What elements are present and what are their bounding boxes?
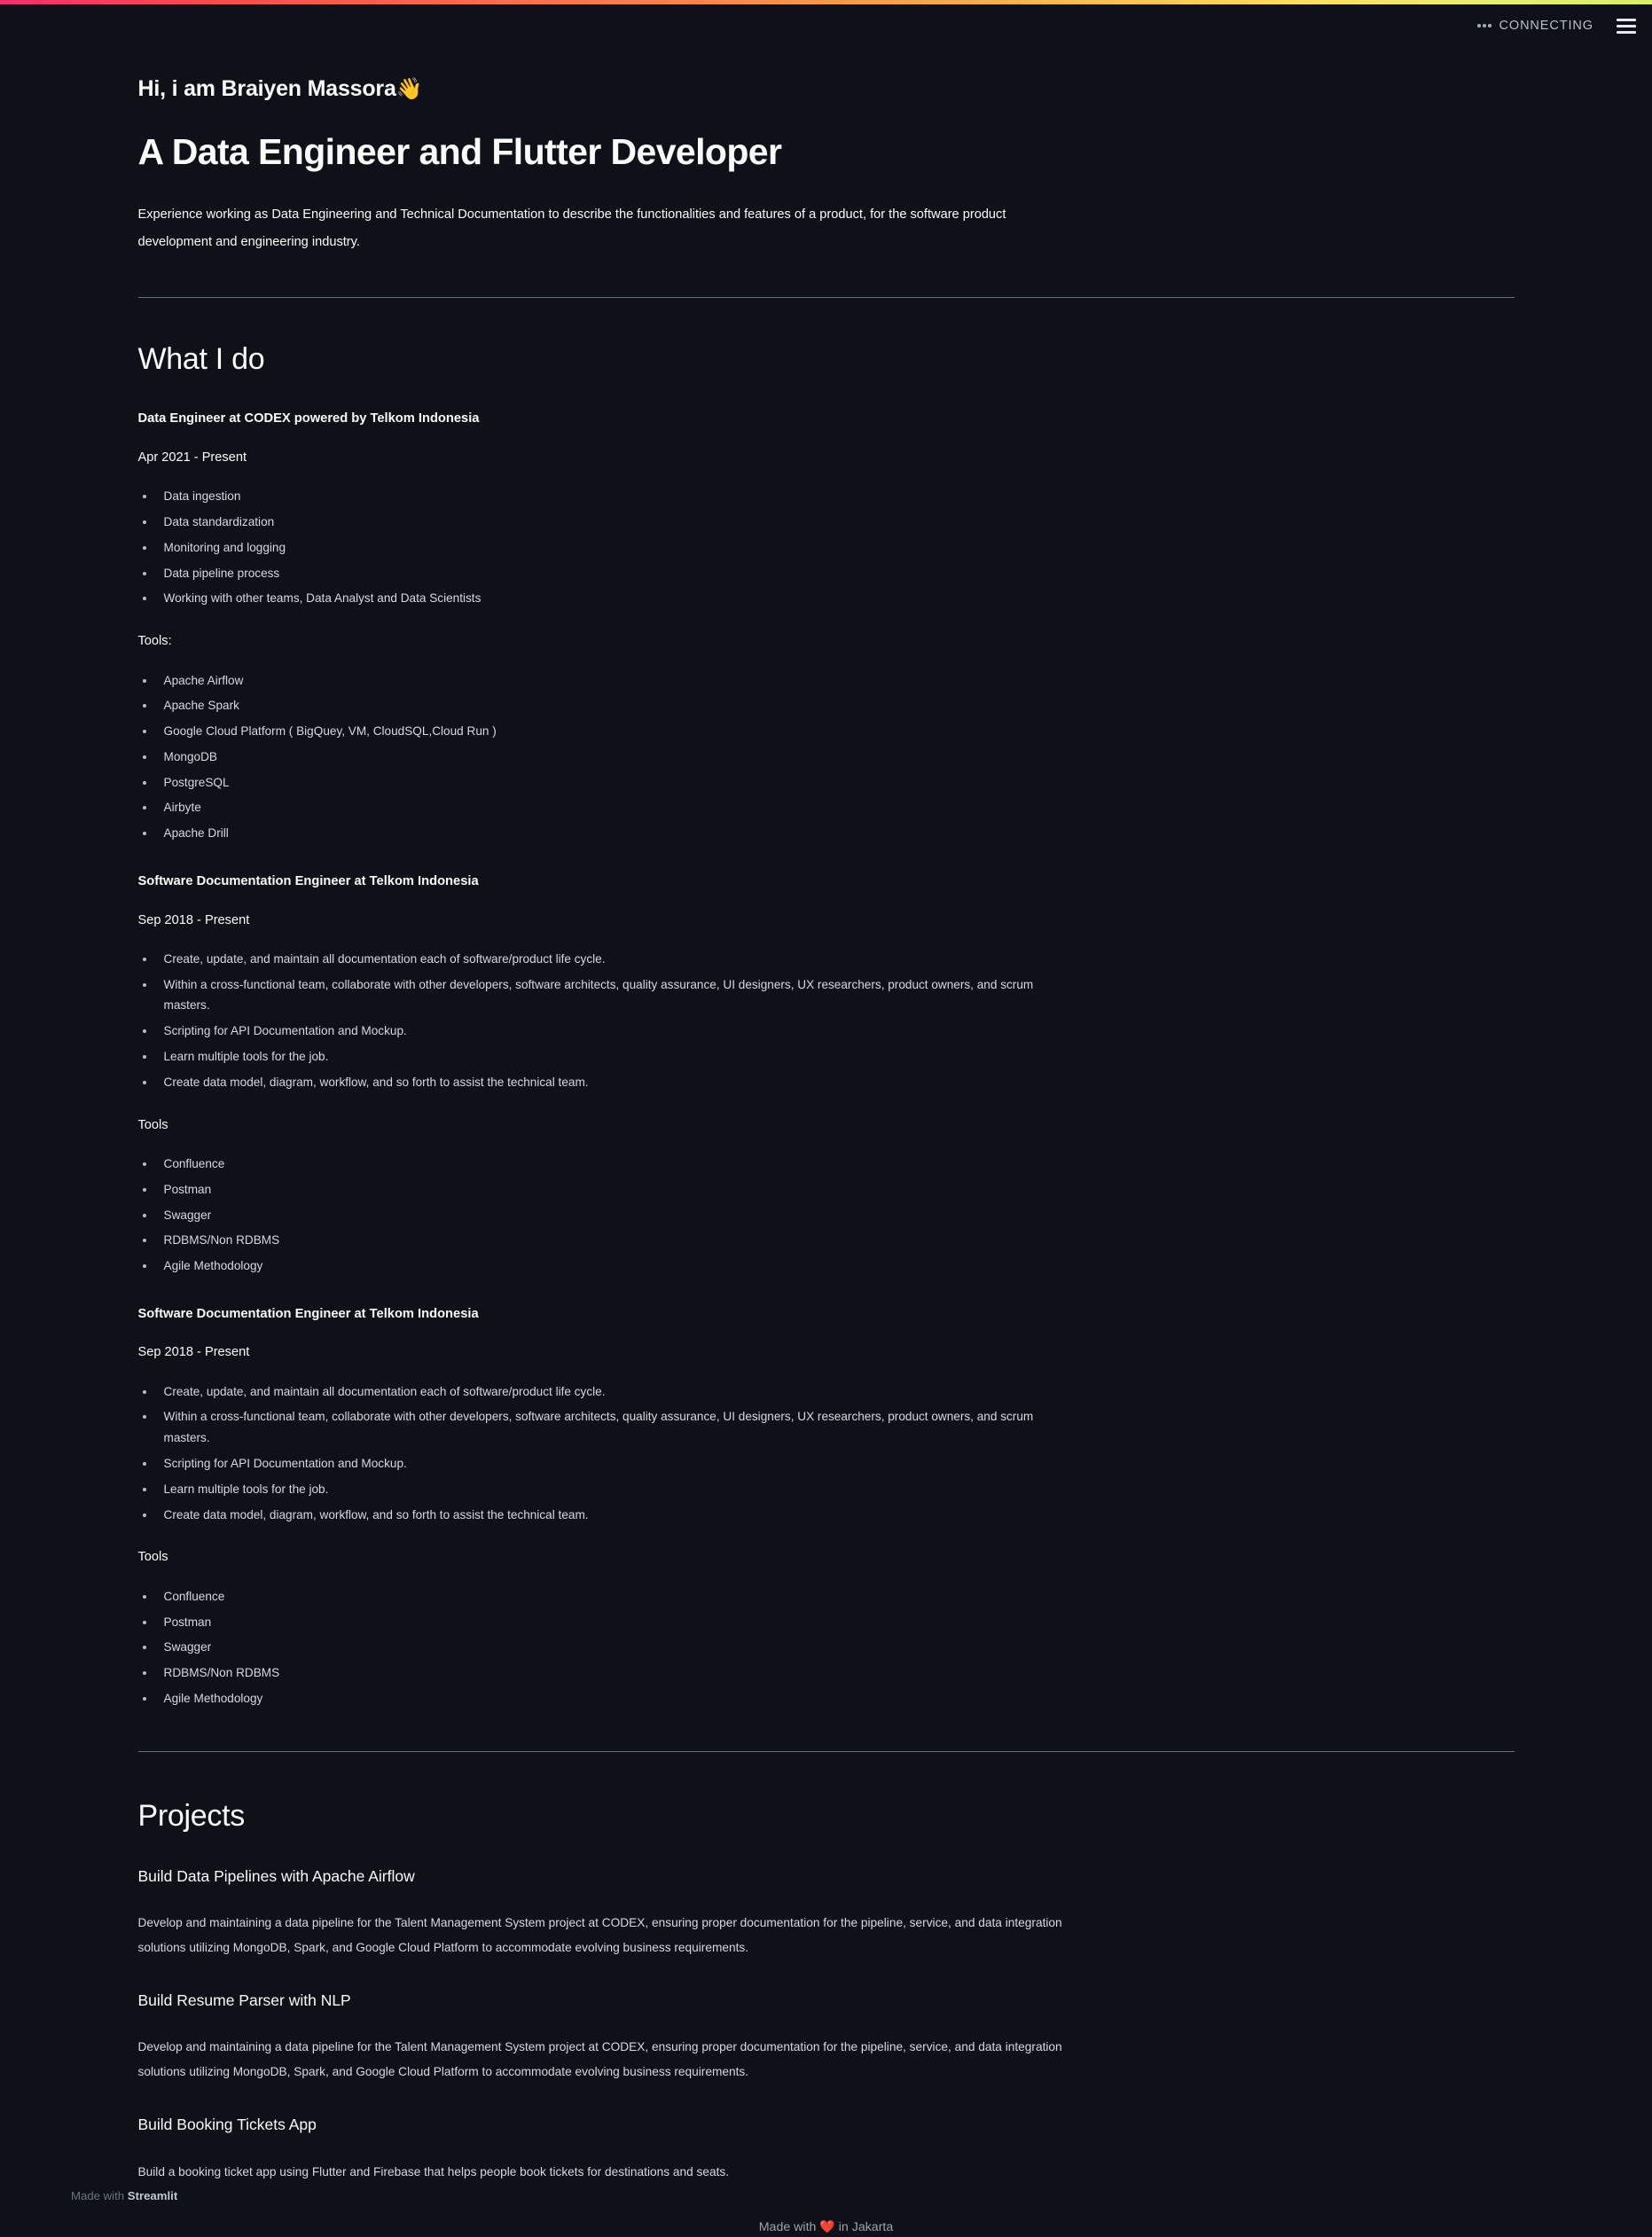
list-item: Learn multiple tools for the job.: [138, 1046, 1043, 1068]
project-description: Build a booking ticket app using Flutter…: [137, 2164, 730, 2178]
list-item: Scripting for API Documentation and Mock…: [138, 1453, 1043, 1474]
job-date: Sep 2018 - Present: [137, 1345, 250, 1360]
greeting-heading: Hi, i am Braiyen Massora👋: [138, 74, 1515, 105]
section-divider-bottom: [137, 1750, 1515, 1752]
tools-label: Tools: [137, 1550, 168, 1565]
list-item: Create, update, and maintain all documen…: [138, 1381, 1043, 1403]
list-item: Postman: [138, 1179, 1043, 1201]
job-date: Sep 2018 - Present: [137, 912, 250, 927]
job-responsibilities-list: Data ingestion Data standardization Monito…: [138, 486, 1515, 609]
app-header: CONNECTING: [0, 4, 1652, 47]
made-with-footer: Made with ❤️ in Jakarta: [67, 2184, 1585, 2237]
job-title: Software Documentation Engineer at Telko…: [137, 1306, 479, 1321]
list-item: Create data model, diagram, workflow, an…: [138, 1072, 1043, 1093]
job-title: Data Engineer at CODEX powered by Telkom…: [137, 411, 480, 426]
running-dots-icon: [1477, 24, 1491, 27]
list-item: Apache Drill: [138, 823, 1043, 844]
list-item: Within a cross-functional team, collabor…: [138, 1406, 1043, 1449]
list-item: Create, update, and maintain all documen…: [138, 949, 1043, 970]
status-label: CONNECTING: [1499, 19, 1593, 33]
list-item: Swagger: [138, 1205, 1043, 1226]
list-item: Confluence: [138, 1154, 1043, 1175]
section-divider-top: [137, 297, 1515, 299]
section-heading-projects: Projects: [137, 1798, 246, 1833]
project-description: Develop and maintaining a data pipeline …: [137, 1916, 1062, 1954]
list-item: Apache Spark: [138, 695, 1043, 716]
status-gradient-bar: [0, 0, 1652, 4]
list-item: Data standardization: [138, 512, 1043, 533]
list-item: Monitoring and logging: [138, 537, 1043, 559]
project-title: Build Resume Parser with NLP: [137, 1991, 351, 2010]
job-responsibilities-list: Create, update, and maintain all documen…: [138, 1381, 1515, 1526]
list-item: Confluence: [138, 1586, 1043, 1607]
page-body: Hi, i am Braiyen Massora👋 A Data Enginee…: [0, 0, 1652, 2237]
streamlit-attribution: Made with Streamlit: [71, 2188, 177, 2204]
list-item: Agile Methodology: [138, 1688, 1043, 1709]
section-heading-what-i-do: What I do: [137, 342, 265, 377]
intro-paragraph: Experience working as Data Engineering a…: [137, 207, 1006, 249]
projects-list: Build Data Pipelines with Apache Airflow…: [138, 1865, 1515, 2184]
list-item: Data ingestion: [138, 486, 1043, 507]
job-entry: Software Documentation Engineer at Telko…: [138, 872, 1515, 1304]
hamburger-menu-icon[interactable]: [1617, 18, 1636, 34]
list-item: Working with other teams, Data Analyst a…: [138, 588, 1043, 609]
job-title: Software Documentation Engineer at Telko…: [137, 874, 479, 889]
job-tools-list: Apache Airflow Apache Spark Google Cloud P…: [138, 670, 1515, 844]
page-title: A Data Engineer and Flutter Developer: [137, 130, 782, 172]
project-entry: Build Booking Tickets App Build a booking…: [138, 2114, 1515, 2184]
job-entry: Software Documentation Engineer at Telko…: [138, 1304, 1515, 1709]
list-item: MongoDB: [138, 747, 1043, 768]
project-title: Build Data Pipelines with Apache Airflow: [137, 1866, 415, 1885]
job-responsibilities-list: Create, update, and maintain all documen…: [138, 949, 1515, 1093]
connection-status: CONNECTING: [1477, 19, 1593, 33]
greeting-text: Hi, i am Braiyen Massora: [137, 76, 396, 101]
job-date: Apr 2021 - Present: [137, 450, 247, 465]
job-tools-list: Confluence Postman Swagger RDBMS/Non RDBMS A…: [138, 1154, 1515, 1277]
list-item: Swagger: [138, 1637, 1043, 1658]
list-item: Data pipeline process: [138, 563, 1043, 584]
list-item: RDBMS/Non RDBMS: [138, 1230, 1043, 1251]
heart-icon: ❤️: [819, 2218, 835, 2233]
streamlit-brand-link[interactable]: Streamlit: [128, 2189, 177, 2202]
project-entry: Build Data Pipelines with Apache Airflow…: [138, 1865, 1515, 1990]
made-with-prefix: Made with: [758, 2219, 817, 2234]
project-entry: Build Resume Parser with NLP Develop and …: [138, 1990, 1515, 2114]
list-item: Google Cloud Platform ( BigQuey, VM, Clo…: [138, 721, 1043, 742]
list-item: Within a cross-functional team, collabor…: [138, 974, 1043, 1017]
wave-emoji-icon: 👋: [395, 77, 423, 101]
list-item: Apache Airflow: [138, 670, 1043, 692]
list-item: RDBMS/Non RDBMS: [138, 1662, 1043, 1684]
job-tools-list: Confluence Postman Swagger RDBMS/Non RDBMS A…: [138, 1586, 1515, 1709]
tools-label: Tools:: [137, 634, 172, 649]
list-item: Learn multiple tools for the job.: [138, 1479, 1043, 1500]
list-item: Airbyte: [138, 797, 1043, 818]
what-i-do-section: What I do Data Engineer at CODEX powered…: [67, 298, 1585, 1752]
streamlit-prefix: Made with: [71, 2189, 125, 2202]
jobs-list: Data Engineer at CODEX powered by Telkom…: [138, 409, 1515, 1709]
list-item: Create data model, diagram, workflow, an…: [138, 1505, 1043, 1526]
project-description: Develop and maintaining a data pipeline …: [137, 2040, 1062, 2078]
list-item: PostgreSQL: [138, 772, 1043, 794]
tools-label: Tools: [137, 1117, 168, 1132]
project-title: Build Booking Tickets App: [137, 2116, 317, 2134]
projects-section: Projects Build Data Pipelines with Apach…: [67, 1752, 1585, 2184]
list-item: Postman: [138, 1612, 1043, 1633]
list-item: Scripting for API Documentation and Mock…: [138, 1021, 1043, 1042]
made-with-suffix: in Jakarta: [838, 2219, 894, 2234]
list-item: Agile Methodology: [138, 1255, 1043, 1277]
job-entry: Data Engineer at CODEX powered by Telkom…: [138, 409, 1515, 872]
